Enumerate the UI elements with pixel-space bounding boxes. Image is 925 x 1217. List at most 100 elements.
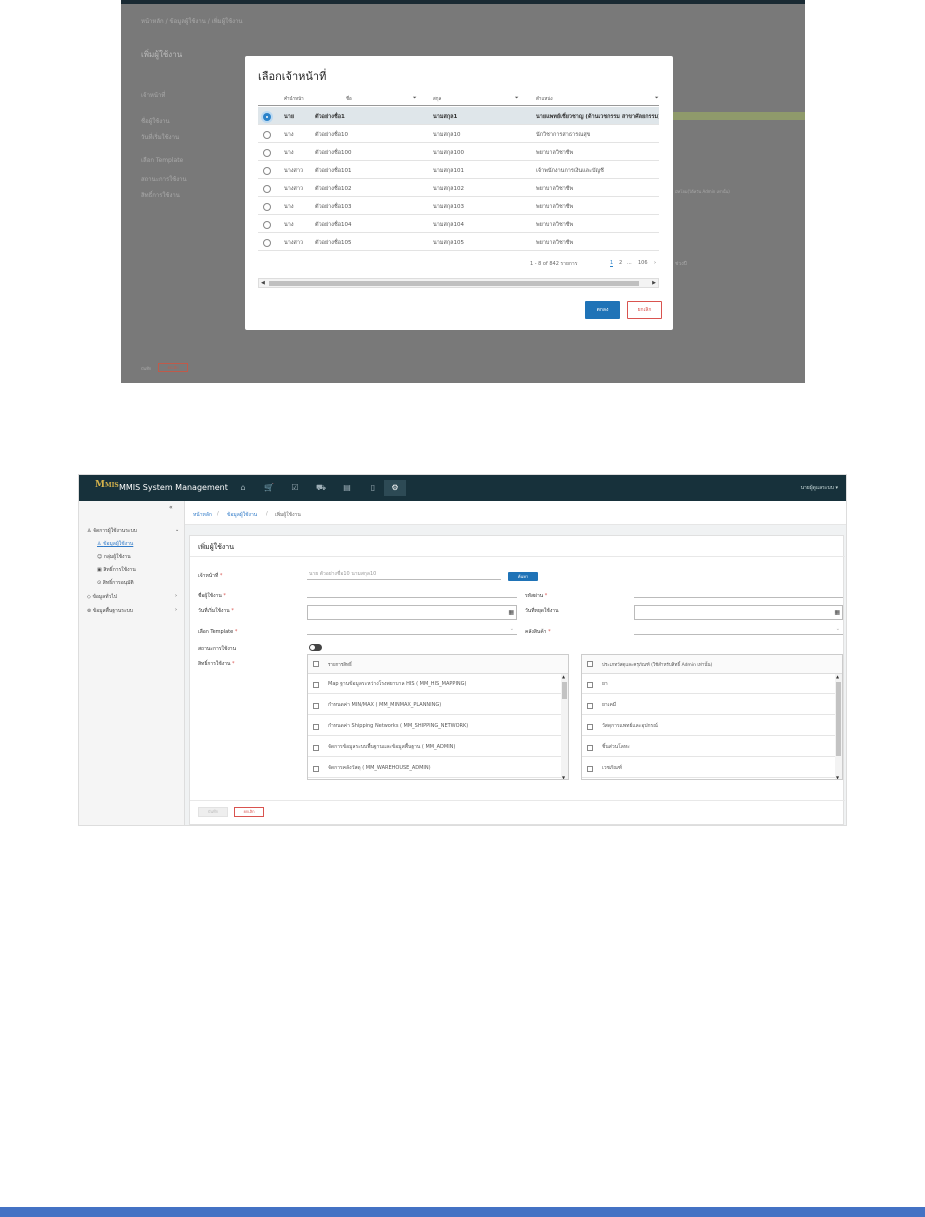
cart-icon[interactable]: 🛒 — [259, 480, 279, 496]
sidebar-item-permissions[interactable]: ▣ สิทธิ์การใช้งาน — [97, 566, 136, 574]
cancel-button[interactable]: ยกเลิก — [627, 301, 662, 319]
list-item[interactable]: ยาเคมี — [582, 695, 842, 715]
row-radio[interactable] — [263, 131, 271, 139]
list-item[interactable]: วัสดุการแพทย์และอุปกรณ์ — [582, 716, 842, 736]
item-checkbox[interactable] — [313, 682, 319, 688]
sidebar-group-general[interactable]: ◇ ข้อมูลทั่วไป › — [87, 593, 177, 601]
scroll-up-icon[interactable]: ▲ — [562, 674, 565, 679]
table-row[interactable]: นาง ตัวอย่างชื่อ100 นามสกุล100 พยาบาลวิชาชี… — [258, 143, 659, 161]
item-checkbox[interactable] — [313, 703, 319, 709]
scroll-down-icon[interactable]: ▼ — [836, 775, 839, 779]
list-item[interactable]: จัดการคลังวัสดุ ( MM_WAREHOUSE_ADMIN) — [308, 758, 568, 778]
select-all-checkbox[interactable] — [313, 661, 319, 667]
cancel-button[interactable]: ยกเลิก — [234, 807, 264, 817]
scroll-down-icon[interactable]: ▼ — [562, 775, 565, 779]
save-button[interactable]: บันทึก — [198, 807, 228, 817]
table-row[interactable]: นาง ตัวอย่างชื่อ104 นามสกุล104 พยาบาลวิชาชี… — [258, 215, 659, 233]
search-button[interactable]: ค้นหา — [508, 572, 538, 581]
item-label: กำหนดค่า MIN/MAX ( MM_MINMAX_PLANNING) — [328, 702, 442, 708]
item-checkbox[interactable] — [313, 745, 319, 751]
ok-button[interactable]: ตกลง — [585, 301, 620, 319]
pager-page-last[interactable]: 106 — [638, 260, 648, 266]
username-input[interactable] — [307, 586, 517, 598]
list-item[interactable]: กำหนดค่า Shipping Networks ( MM_SHIPPING… — [308, 716, 568, 736]
filter-icon[interactable]: ⏷ — [655, 95, 659, 101]
cell-lastname: นามสกุล101 — [433, 168, 465, 174]
list-item[interactable]: Map ฐานข้อมูลระหว่างโรงพยาบาล HIS ( MM_H… — [308, 674, 568, 694]
vertical-scrollbar[interactable]: ▲ ▼ — [561, 674, 568, 779]
col-position[interactable]: ตำแหน่ง — [536, 95, 553, 102]
end-date-input[interactable]: ▦ — [634, 605, 843, 620]
scroll-right-icon[interactable]: ▶ — [652, 280, 656, 286]
title-divider — [190, 556, 845, 557]
crumb-users[interactable]: ข้อมูลผู้ใช้งาน — [227, 511, 257, 519]
table-row[interactable]: นางสาว ตัวอย่างชื่อ101 นามสกุล101 เจ้าพนักง… — [258, 161, 659, 179]
horizontal-scrollbar[interactable]: ◀ ▶ — [258, 278, 659, 288]
sidebar-item-users[interactable]: ♙ ข้อมูลผู้ใช้งาน — [97, 540, 133, 548]
status-toggle[interactable] — [309, 644, 322, 651]
row-radio[interactable] — [263, 149, 271, 157]
col-lastname[interactable]: สกุล — [433, 95, 441, 102]
gear-icon[interactable]: ⚙ — [384, 480, 406, 496]
table-row[interactable]: นาย ตัวอย่างชื่อ1 นามสกุล1 นายแพทย์เชี่ยวชา… — [258, 107, 659, 125]
item-checkbox[interactable] — [313, 766, 319, 772]
select-all-checkbox[interactable] — [587, 661, 593, 667]
calendar-icon[interactable]: ▦ — [508, 609, 514, 616]
sidebar-group-master[interactable]: ⊚ ข้อมูลพื้นฐานระบบ › — [87, 607, 177, 615]
cell-prefix: นางสาว — [284, 168, 304, 174]
item-label: จัดการคลังวัสดุ ( MM_WAREHOUSE_ADMIN) — [328, 765, 431, 771]
col-firstname[interactable]: ชื่อ — [346, 95, 352, 102]
scroll-up-icon[interactable]: ▲ — [836, 674, 839, 679]
database-icon[interactable]: ▤ — [337, 480, 357, 496]
row-radio[interactable] — [263, 185, 271, 193]
home-icon[interactable]: ⌂ — [233, 480, 253, 496]
filter-icon[interactable]: ⏷ — [413, 95, 417, 101]
warehouse-select[interactable]: ⌄ — [634, 623, 843, 635]
user-menu[interactable]: นายผู้ดูแลระบบ ▾ — [801, 484, 838, 492]
pager-page-1[interactable]: 1 — [610, 260, 614, 267]
sidebar-item-approvals[interactable]: ⊙ สิทธิ์การอนุมัติ — [97, 579, 134, 587]
table-row[interactable]: นางสาว ตัวอย่างชื่อ102 นามสกุล102 พยาบาลวิช… — [258, 179, 659, 197]
table-row[interactable]: นางสาว ตัวอย่างชื่อ105 นามสกุล105 พยาบาลวิช… — [258, 233, 659, 251]
list-item[interactable]: ยา — [582, 674, 842, 694]
item-checkbox[interactable] — [587, 724, 593, 730]
item-checkbox[interactable] — [587, 703, 593, 709]
document-icon[interactable]: ▯ — [363, 480, 383, 496]
filter-icon[interactable]: ⏷ — [515, 95, 519, 101]
list-item[interactable]: จัดการข้อมูลระบบพื้นฐานและข้อมูลพื้นฐาน … — [308, 737, 568, 757]
scroll-thumb[interactable] — [562, 682, 567, 699]
table-row[interactable]: นาง ตัวอย่างชื่อ10 นามสกุล10 นักวิชาการสาธา… — [258, 125, 659, 143]
crumb-home[interactable]: หน้าหลัก — [193, 511, 212, 519]
pager-page-2[interactable]: 2 — [619, 260, 622, 266]
checklist-icon[interactable]: ☑ — [285, 480, 305, 496]
item-checkbox[interactable] — [587, 682, 593, 688]
row-radio[interactable] — [263, 113, 271, 121]
item-checkbox[interactable] — [313, 724, 319, 730]
collapse-sidebar-icon[interactable]: « — [169, 504, 173, 511]
pager-next[interactable]: › — [654, 260, 656, 266]
sidebar-item-groups[interactable]: ☺ กลุ่มผู้ใช้งาน — [97, 553, 131, 561]
scroll-thumb[interactable] — [836, 682, 841, 756]
item-checkbox[interactable] — [587, 745, 593, 751]
officer-field[interactable]: นาย ตัวอย่างชื่อ10 นามสกุล10 — [307, 568, 501, 580]
truck-icon[interactable]: ⛟ — [311, 480, 331, 496]
col-prefix[interactable]: คำนำหน้า — [284, 95, 304, 102]
list-item[interactable]: เวชภัณฑ์ — [582, 758, 842, 778]
row-radio[interactable] — [263, 239, 271, 247]
list-item[interactable]: กำหนดค่า MIN/MAX ( MM_MINMAX_PLANNING) — [308, 695, 568, 715]
item-checkbox[interactable] — [587, 766, 593, 772]
scroll-thumb[interactable] — [269, 281, 639, 286]
password-input[interactable] — [634, 586, 843, 598]
template-select[interactable]: ⌄ — [307, 623, 517, 635]
table-row[interactable]: นาง ตัวอย่างชื่อ103 นามสกุล103 พยาบาลวิชาชี… — [258, 197, 659, 215]
vertical-scrollbar[interactable]: ▲ ▼ — [835, 674, 842, 779]
row-radio[interactable] — [263, 203, 271, 211]
list-item[interactable]: ชิ้นส่วนโลหะ — [582, 737, 842, 757]
scroll-left-icon[interactable]: ◀ — [261, 280, 265, 286]
cell-prefix: นาง — [284, 132, 294, 138]
sidebar-group-user-mgmt[interactable]: ♙ จัดการผู้ใช้งานระบบ ⌄ — [87, 527, 179, 535]
row-radio[interactable] — [263, 167, 271, 175]
start-date-input[interactable]: ▦ — [307, 605, 517, 620]
calendar-icon[interactable]: ▦ — [834, 609, 840, 616]
row-radio[interactable] — [263, 221, 271, 229]
